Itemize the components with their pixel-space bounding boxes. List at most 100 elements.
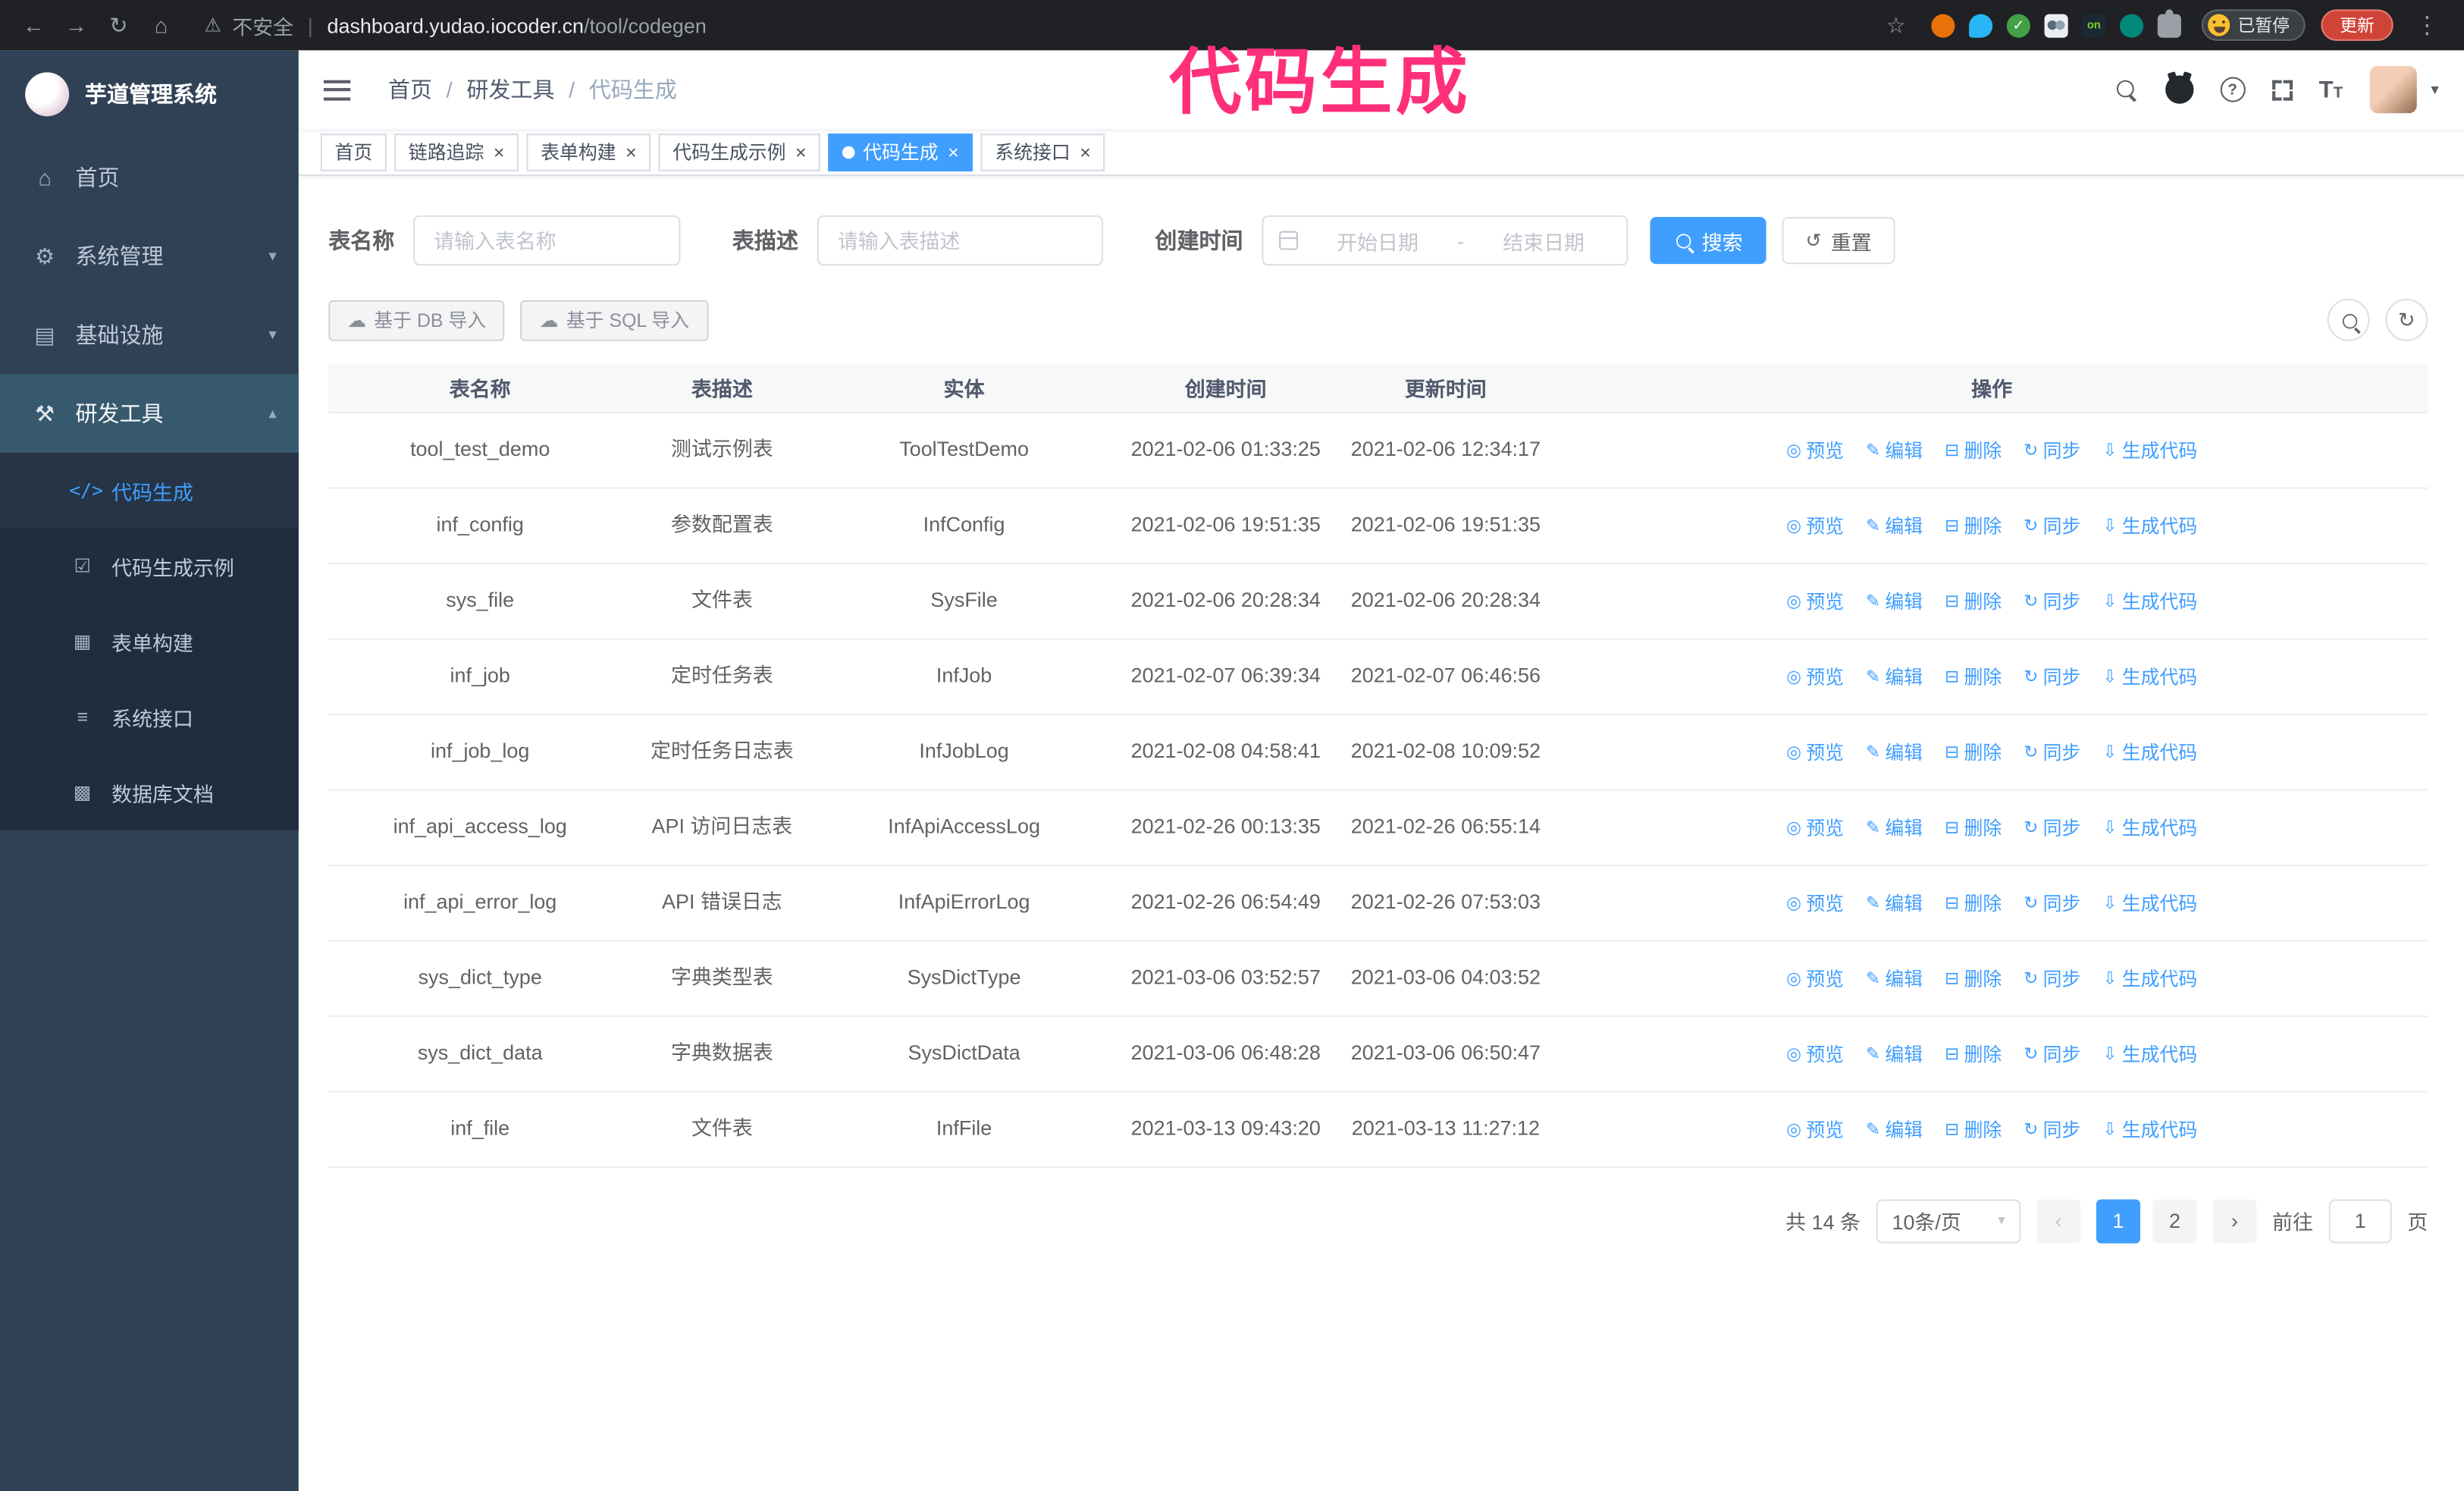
preview-link[interactable]: ◎ 预览 — [1786, 661, 1844, 692]
tab-close-icon[interactable]: × — [948, 143, 959, 162]
sidebar-subitem[interactable]: ☑ 代码生成示例 — [0, 528, 299, 603]
preview-link[interactable]: ◎ 预览 — [1786, 1114, 1844, 1145]
font-size-icon[interactable]: TT — [2319, 77, 2343, 103]
sync-link[interactable]: ↻ 同步 — [2024, 1038, 2080, 1069]
search-button[interactable]: 搜索 — [1650, 217, 1766, 265]
table-desc-input[interactable] — [817, 215, 1104, 266]
page-size-select[interactable]: 10条/页 ▾ — [1876, 1198, 2021, 1243]
generate-code-link[interactable]: ⇩ 生成代码 — [2102, 585, 2197, 617]
page-button[interactable]: 1 — [2096, 1198, 2140, 1243]
users-extension-icon[interactable] — [2044, 13, 2068, 37]
delete-link[interactable]: ⊟ 删除 — [1945, 963, 2002, 994]
on-badge-extension-icon[interactable]: on — [2082, 13, 2106, 37]
preview-link[interactable]: ◎ 预览 — [1786, 510, 1844, 541]
sidebar-item[interactable]: ⌂ 首页 — [0, 138, 299, 217]
generate-code-link[interactable]: ⇩ 生成代码 — [2102, 435, 2197, 466]
edit-link[interactable]: ✎ 编辑 — [1866, 585, 1923, 617]
fullscreen-icon[interactable] — [2271, 79, 2293, 100]
edit-link[interactable]: ✎ 编辑 — [1866, 1114, 1923, 1145]
edit-link[interactable]: ✎ 编辑 — [1866, 736, 1923, 767]
tab-close-icon[interactable]: × — [625, 143, 637, 162]
check-extension-icon[interactable]: ✓ — [2006, 13, 2030, 37]
next-page-button[interactable]: › — [2212, 1198, 2257, 1243]
delete-link[interactable]: ⊟ 删除 — [1945, 1038, 2002, 1069]
reload-icon[interactable]: ↻ — [98, 12, 140, 39]
prev-page-button[interactable]: ‹ — [2036, 1198, 2081, 1243]
preview-link[interactable]: ◎ 预览 — [1786, 585, 1844, 617]
sidebar-item[interactable]: ⚙ 系统管理 ▾ — [0, 217, 299, 296]
sidebar-subitem[interactable]: ▩ 数据库文档 — [0, 755, 299, 830]
show-search-button[interactable] — [2327, 298, 2370, 341]
forward-icon[interactable]: → — [55, 13, 98, 38]
delete-link[interactable]: ⊟ 删除 — [1945, 435, 2002, 466]
breadcrumb-item[interactable]: 研发工具 — [466, 74, 554, 105]
delete-link[interactable]: ⊟ 删除 — [1945, 510, 2002, 541]
generate-code-link[interactable]: ⇩ 生成代码 — [2102, 1114, 2197, 1145]
table-name-input[interactable] — [413, 215, 681, 266]
sync-link[interactable]: ↻ 同步 — [2024, 963, 2080, 994]
sync-link[interactable]: ↻ 同步 — [2024, 510, 2080, 541]
bookmark-star-icon[interactable]: ☆ — [1875, 12, 1917, 39]
edit-link[interactable]: ✎ 编辑 — [1866, 887, 1923, 918]
preview-link[interactable]: ◎ 预览 — [1786, 736, 1844, 767]
generate-code-link[interactable]: ⇩ 生成代码 — [2102, 510, 2197, 541]
github-icon[interactable] — [2165, 75, 2193, 104]
preview-link[interactable]: ◎ 预览 — [1786, 435, 1844, 466]
generate-code-link[interactable]: ⇩ 生成代码 — [2102, 887, 2197, 918]
sidebar-item[interactable]: ⚒ 研发工具 ▴ — [0, 374, 299, 453]
update-button[interactable]: 更新 — [2321, 9, 2393, 41]
hamburger-icon[interactable] — [323, 79, 351, 100]
sidebar-item[interactable]: ▤ 基础设施 ▾ — [0, 296, 299, 375]
refresh-button[interactable]: ↻ — [2385, 298, 2428, 341]
generate-code-link[interactable]: ⇩ 生成代码 — [2102, 736, 2197, 767]
date-range-picker[interactable]: 开始日期 - 结束日期 — [1262, 215, 1629, 266]
preview-link[interactable]: ◎ 预览 — [1786, 1038, 1844, 1069]
puzzle-extensions-icon[interactable] — [2157, 8, 2181, 37]
tab-item[interactable]: 代码生成 × — [828, 133, 973, 171]
breadcrumb-item[interactable]: 首页 — [388, 74, 432, 105]
edit-link[interactable]: ✎ 编辑 — [1866, 812, 1923, 843]
tab-close-icon[interactable]: × — [1080, 143, 1091, 162]
preview-link[interactable]: ◎ 预览 — [1786, 887, 1844, 918]
sync-link[interactable]: ↻ 同步 — [2024, 1114, 2080, 1145]
edit-link[interactable]: ✎ 编辑 — [1866, 1038, 1923, 1069]
sync-link[interactable]: ↻ 同步 — [2024, 661, 2080, 692]
edit-link[interactable]: ✎ 编辑 — [1866, 435, 1923, 466]
sync-link[interactable]: ↻ 同步 — [2024, 435, 2080, 466]
tab-item[interactable]: 代码生成示例 × — [658, 133, 821, 171]
delete-link[interactable]: ⊟ 删除 — [1945, 661, 2002, 692]
back-icon[interactable]: ← — [13, 13, 55, 38]
sidebar-subitem[interactable]: ▦ 表单构建 — [0, 604, 299, 679]
address-bar[interactable]: ⚠ 不安全 | dashboard.yudao.iocoder.cn/tool/… — [204, 10, 1865, 39]
preview-link[interactable]: ◎ 预览 — [1786, 963, 1844, 994]
sync-link[interactable]: ↻ 同步 — [2024, 585, 2080, 617]
preview-link[interactable]: ◎ 预览 — [1786, 812, 1844, 843]
menu-dots-icon[interactable]: ⋮ — [2406, 11, 2448, 39]
reset-button[interactable]: ↺ 重置 — [1782, 217, 1895, 265]
sync-link[interactable]: ↻ 同步 — [2024, 812, 2080, 843]
tab-item[interactable]: 首页 — [320, 133, 387, 171]
page-button[interactable]: 2 — [2152, 1198, 2197, 1243]
edit-link[interactable]: ✎ 编辑 — [1866, 510, 1923, 541]
generate-code-link[interactable]: ⇩ 生成代码 — [2102, 812, 2197, 843]
bird-extension-icon[interactable] — [2120, 13, 2144, 37]
edit-link[interactable]: ✎ 编辑 — [1866, 963, 1923, 994]
import-db-button[interactable]: ☁ 基于 DB 导入 — [328, 299, 506, 341]
profile-paused-badge[interactable]: 已暂停 — [2201, 9, 2306, 41]
generate-code-link[interactable]: ⇩ 生成代码 — [2102, 1038, 2197, 1069]
search-icon[interactable] — [2114, 78, 2138, 102]
delete-link[interactable]: ⊟ 删除 — [1945, 812, 2002, 843]
sidebar-subitem[interactable]: ≡ 系统接口 — [0, 679, 299, 754]
goto-page-input[interactable] — [2328, 1198, 2392, 1243]
generate-code-link[interactable]: ⇩ 生成代码 — [2102, 963, 2197, 994]
tab-close-icon[interactable]: × — [494, 143, 505, 162]
tab-item[interactable]: 表单构建 × — [526, 133, 651, 171]
tab-close-icon[interactable]: × — [795, 143, 807, 162]
tab-item[interactable]: 链路追踪 × — [394, 133, 519, 171]
delete-link[interactable]: ⊟ 删除 — [1945, 887, 2002, 918]
sync-link[interactable]: ↻ 同步 — [2024, 887, 2080, 918]
user-avatar[interactable] — [2369, 66, 2417, 114]
sync-link[interactable]: ↻ 同步 — [2024, 736, 2080, 767]
sidebar-subitem[interactable]: </> 代码生成 — [0, 452, 299, 529]
fox-extension-icon[interactable] — [1931, 13, 1955, 37]
